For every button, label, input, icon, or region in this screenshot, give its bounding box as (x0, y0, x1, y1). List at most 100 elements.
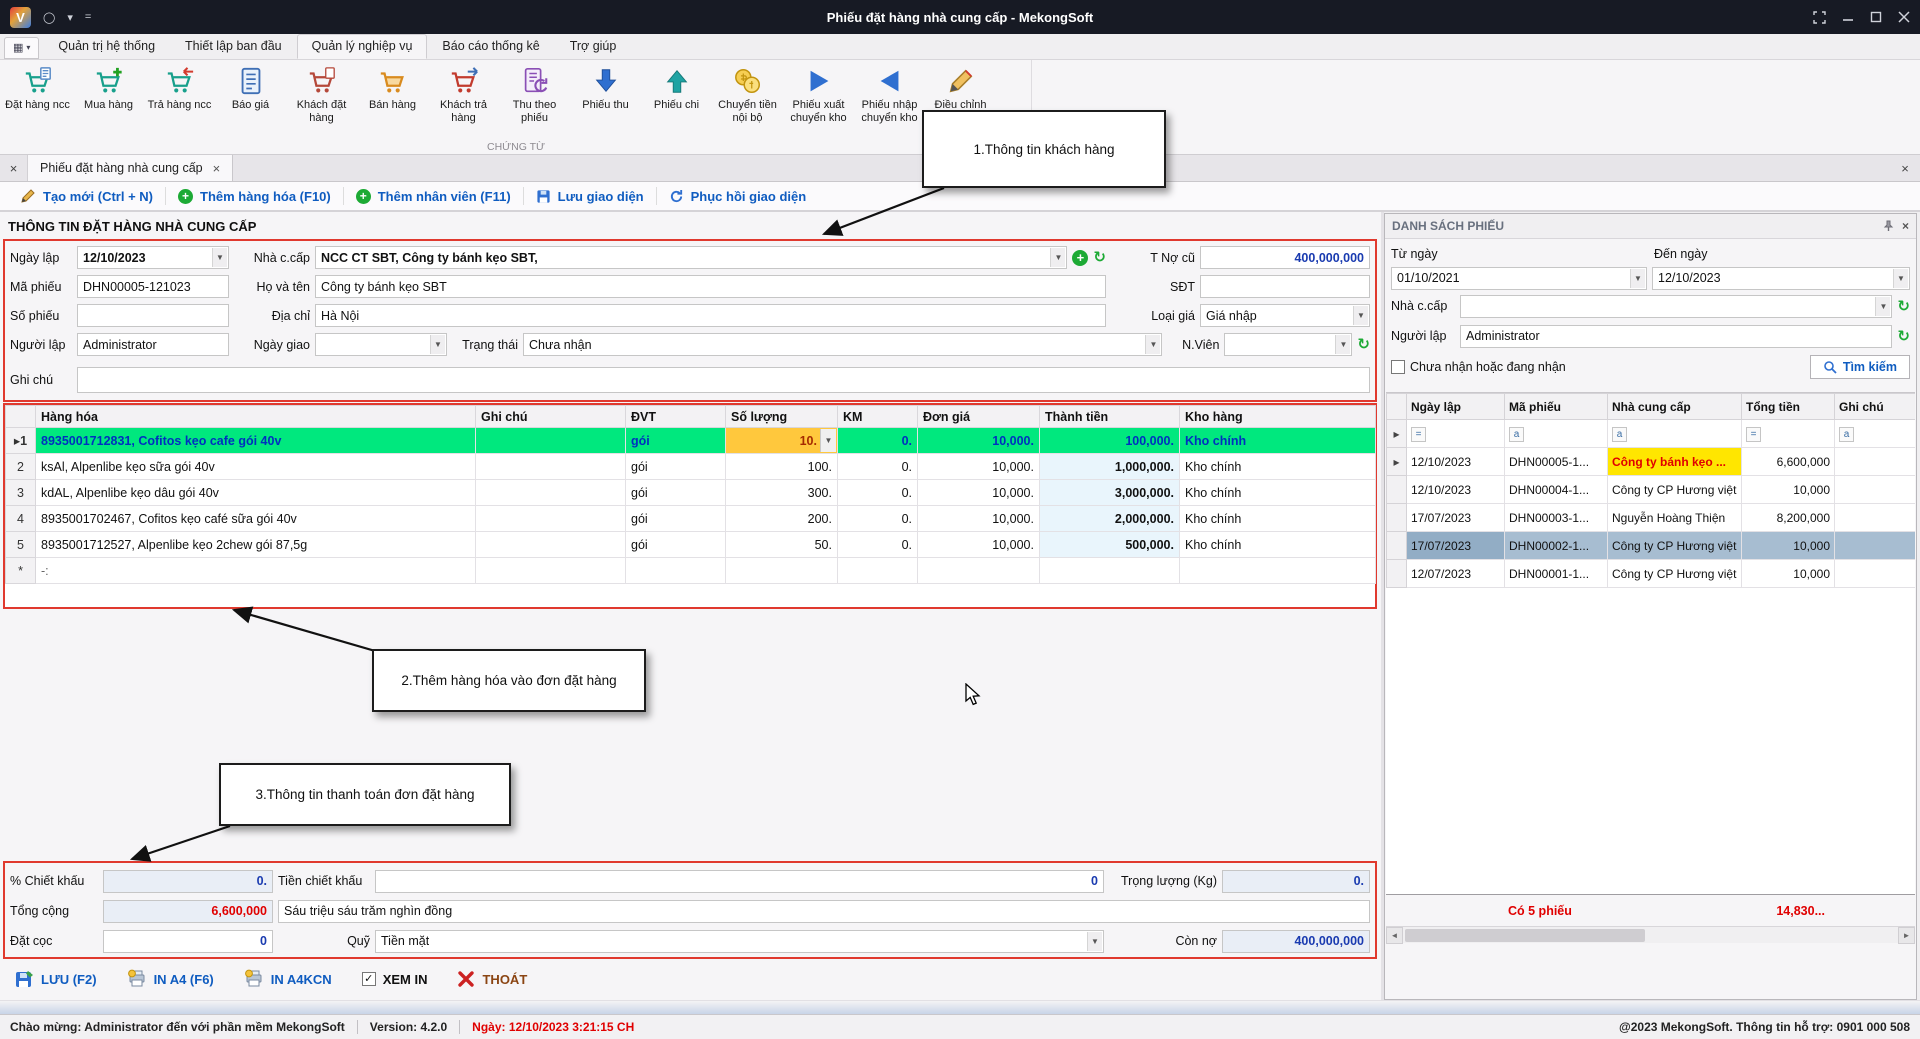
cell-code[interactable]: DHN00004-1... (1505, 476, 1608, 504)
ribbon-button-khach-tra-hang[interactable]: Khách trả hàng (428, 62, 499, 140)
filter-icon[interactable]: = (1411, 427, 1426, 442)
minimize-icon[interactable] (1842, 11, 1854, 23)
add-supplier-icon[interactable]: + (1072, 250, 1088, 266)
list-item[interactable]: 12/07/2023 DHN00001-1... Công ty CP Hươn… (1387, 560, 1916, 588)
tien-chiet-khau-input[interactable]: 0 (375, 870, 1104, 893)
tab-quan-ly-nghiep-vu[interactable]: Quản lý nghiệp vụ (297, 34, 428, 59)
col-ma-phieu[interactable]: Mã phiếu (1505, 394, 1608, 420)
cell-warehouse[interactable]: Kho chính (1180, 480, 1376, 506)
ribbon-button-phieu-thu[interactable]: Phiếu thu (570, 62, 641, 140)
save-layout-button[interactable]: Lưu giao diện (524, 184, 656, 208)
quy-input[interactable]: Tiền mặt▼ (375, 930, 1104, 953)
filter-cell[interactable]: = (1742, 420, 1835, 448)
list-item[interactable]: ▸ 12/10/2023 DHN00005-1... Công ty bánh … (1387, 448, 1916, 476)
cell-product[interactable]: 8935001712831, Cofitos kẹo cafe gói 40v (36, 428, 476, 454)
col-don-gia[interactable]: Đơn giá (918, 406, 1040, 428)
ribbon-button-khach-dat-hang[interactable]: Khách đặt hàng (286, 62, 357, 140)
cell-supplier[interactable]: Công ty CP Hương việt (1608, 532, 1742, 560)
tab-close-icon[interactable]: × (213, 161, 221, 176)
cell-price[interactable] (918, 558, 1040, 584)
ribbon-button-dat-hang-ncc[interactable]: Đặt hàng ncc (2, 62, 73, 140)
col-tong-tien[interactable]: Tổng tiền (1742, 394, 1835, 420)
cell-note[interactable] (1835, 504, 1916, 532)
add-employee-button[interactable]: + Thêm nhân viên (F11) (344, 184, 523, 208)
sdt-input[interactable] (1200, 275, 1370, 298)
list-item[interactable]: 12/10/2023 DHN00004-1... Công ty CP Hươn… (1387, 476, 1916, 504)
chevron-down-icon[interactable]: ▼ (1050, 248, 1065, 267)
loai-gia-input[interactable]: Giá nhập▼ (1200, 304, 1370, 327)
close-icon[interactable] (1898, 11, 1910, 23)
ribbon-button-phieu-nhap-chuyen-kho[interactable]: Phiếu nhập chuyển kho (854, 62, 925, 140)
filter-icon[interactable]: a (1612, 427, 1627, 442)
cell-product[interactable]: 8935001702467, Cofitos kẹo café sữa gói … (36, 506, 476, 532)
restore-layout-button[interactable]: Phục hồi giao diện (657, 184, 819, 208)
col-ghi-chu[interactable]: Ghi chú (1835, 394, 1916, 420)
so-phieu-input[interactable] (77, 304, 229, 327)
cell-total[interactable]: 10,000 (1742, 476, 1835, 504)
cell-unit[interactable]: gói (626, 506, 726, 532)
quick-access-icon[interactable]: ◯ (43, 11, 55, 24)
ghi-chu-input[interactable] (77, 367, 1370, 393)
ribbon-button-mua-hang[interactable]: Mua hàng (73, 62, 144, 140)
cell-warehouse[interactable]: Kho chính (1180, 506, 1376, 532)
cell-km[interactable] (838, 558, 918, 584)
panel-close-icon[interactable]: × (1902, 219, 1909, 233)
customize-toolbar-icon[interactable]: = (85, 11, 91, 23)
cell-total[interactable]: 6,600,000 (1742, 448, 1835, 476)
ma-phieu-input[interactable]: DHN00005-121023 (77, 275, 229, 298)
cell-note[interactable] (1835, 476, 1916, 504)
cell-supplier[interactable]: Công ty CP Hương việt (1608, 476, 1742, 504)
ribbon-button-phieu-xuat-chuyen-kho[interactable]: Phiếu xuất chuyển kho (783, 62, 854, 140)
ngay-giao-input[interactable]: ▼ (315, 333, 447, 356)
table-row[interactable]: 4 8935001702467, Cofitos kẹo café sữa gó… (6, 506, 1376, 532)
refresh-supplier-icon[interactable]: ↻ (1093, 250, 1106, 265)
cell-product[interactable]: ksAl, Alpenlibe kẹo sữa gói 40v (36, 454, 476, 480)
dat-coc-input[interactable]: 0 (103, 930, 273, 953)
chevron-down-icon[interactable]: ▼ (212, 248, 227, 267)
list-item[interactable]: 17/07/2023 DHN00003-1... Nguyễn Hoàng Th… (1387, 504, 1916, 532)
cell-date[interactable]: 17/07/2023 (1407, 504, 1505, 532)
cell-unit[interactable]: gói (626, 480, 726, 506)
panel-nguoi-lap-input[interactable]: Administrator (1460, 325, 1892, 348)
cell-total[interactable]: 1,000,000. (1040, 454, 1180, 480)
filter-icon[interactable]: = (1746, 427, 1761, 442)
filter-cell[interactable]: a (1835, 420, 1916, 448)
filter-cell[interactable]: a (1505, 420, 1608, 448)
cell-km[interactable]: 0. (838, 428, 918, 454)
cell-quantity[interactable] (726, 558, 838, 584)
den-ngay-input[interactable]: 12/10/2023▼ (1652, 267, 1910, 290)
cell-note[interactable] (476, 454, 626, 480)
cell-total[interactable]: 10,000 (1742, 560, 1835, 588)
table-row[interactable]: 5 8935001712527, Alpenlibe kẹo 2chew gói… (6, 532, 1376, 558)
checkbox-checked-icon[interactable]: ✓ (362, 972, 376, 986)
search-button[interactable]: Tìm kiếm (1810, 355, 1910, 379)
no-cu-input[interactable]: 400,000,000 (1200, 246, 1370, 269)
chevron-down-icon[interactable]: ▼ (820, 429, 836, 452)
quick-access-dropdown-icon[interactable]: ▾ (67, 11, 73, 24)
cell-warehouse[interactable]: Kho chính (1180, 532, 1376, 558)
tab-bao-cao-thong-ke[interactable]: Báo cáo thống kê (427, 34, 554, 59)
cell-note[interactable] (1835, 448, 1916, 476)
table-row-new[interactable]: * -: (6, 558, 1376, 584)
maximize-icon[interactable] (1870, 11, 1882, 23)
cell-note[interactable] (476, 480, 626, 506)
col-so-luong[interactable]: Số lượng (726, 406, 838, 428)
cell-product[interactable]: -: (36, 558, 476, 584)
filter-cell[interactable]: = (1407, 420, 1505, 448)
cell-code[interactable]: DHN00003-1... (1505, 504, 1608, 532)
filter-cell[interactable]: a (1608, 420, 1742, 448)
chevron-down-icon[interactable]: ▼ (1630, 269, 1645, 288)
chiet-khau-input[interactable]: 0. (103, 870, 273, 893)
tab-thiet-lap-ban-dau[interactable]: Thiết lập ban đầu (170, 34, 297, 59)
chevron-down-icon[interactable]: ▼ (1145, 335, 1160, 354)
cell-note[interactable] (476, 428, 626, 454)
trong-luong-input[interactable]: 0. (1222, 870, 1370, 893)
cell-km[interactable]: 0. (838, 532, 918, 558)
nhan-vien-input[interactable]: ▼ (1224, 333, 1352, 356)
tong-cong-input[interactable]: 6,600,000 (103, 900, 273, 923)
cell-code[interactable]: DHN00005-1... (1505, 448, 1608, 476)
cell-quantity[interactable]: 10.▼ (726, 428, 838, 454)
cell-unit[interactable]: gói (626, 428, 726, 454)
col-ghi-chu[interactable]: Ghi chú (476, 406, 626, 428)
cell-note[interactable] (476, 506, 626, 532)
